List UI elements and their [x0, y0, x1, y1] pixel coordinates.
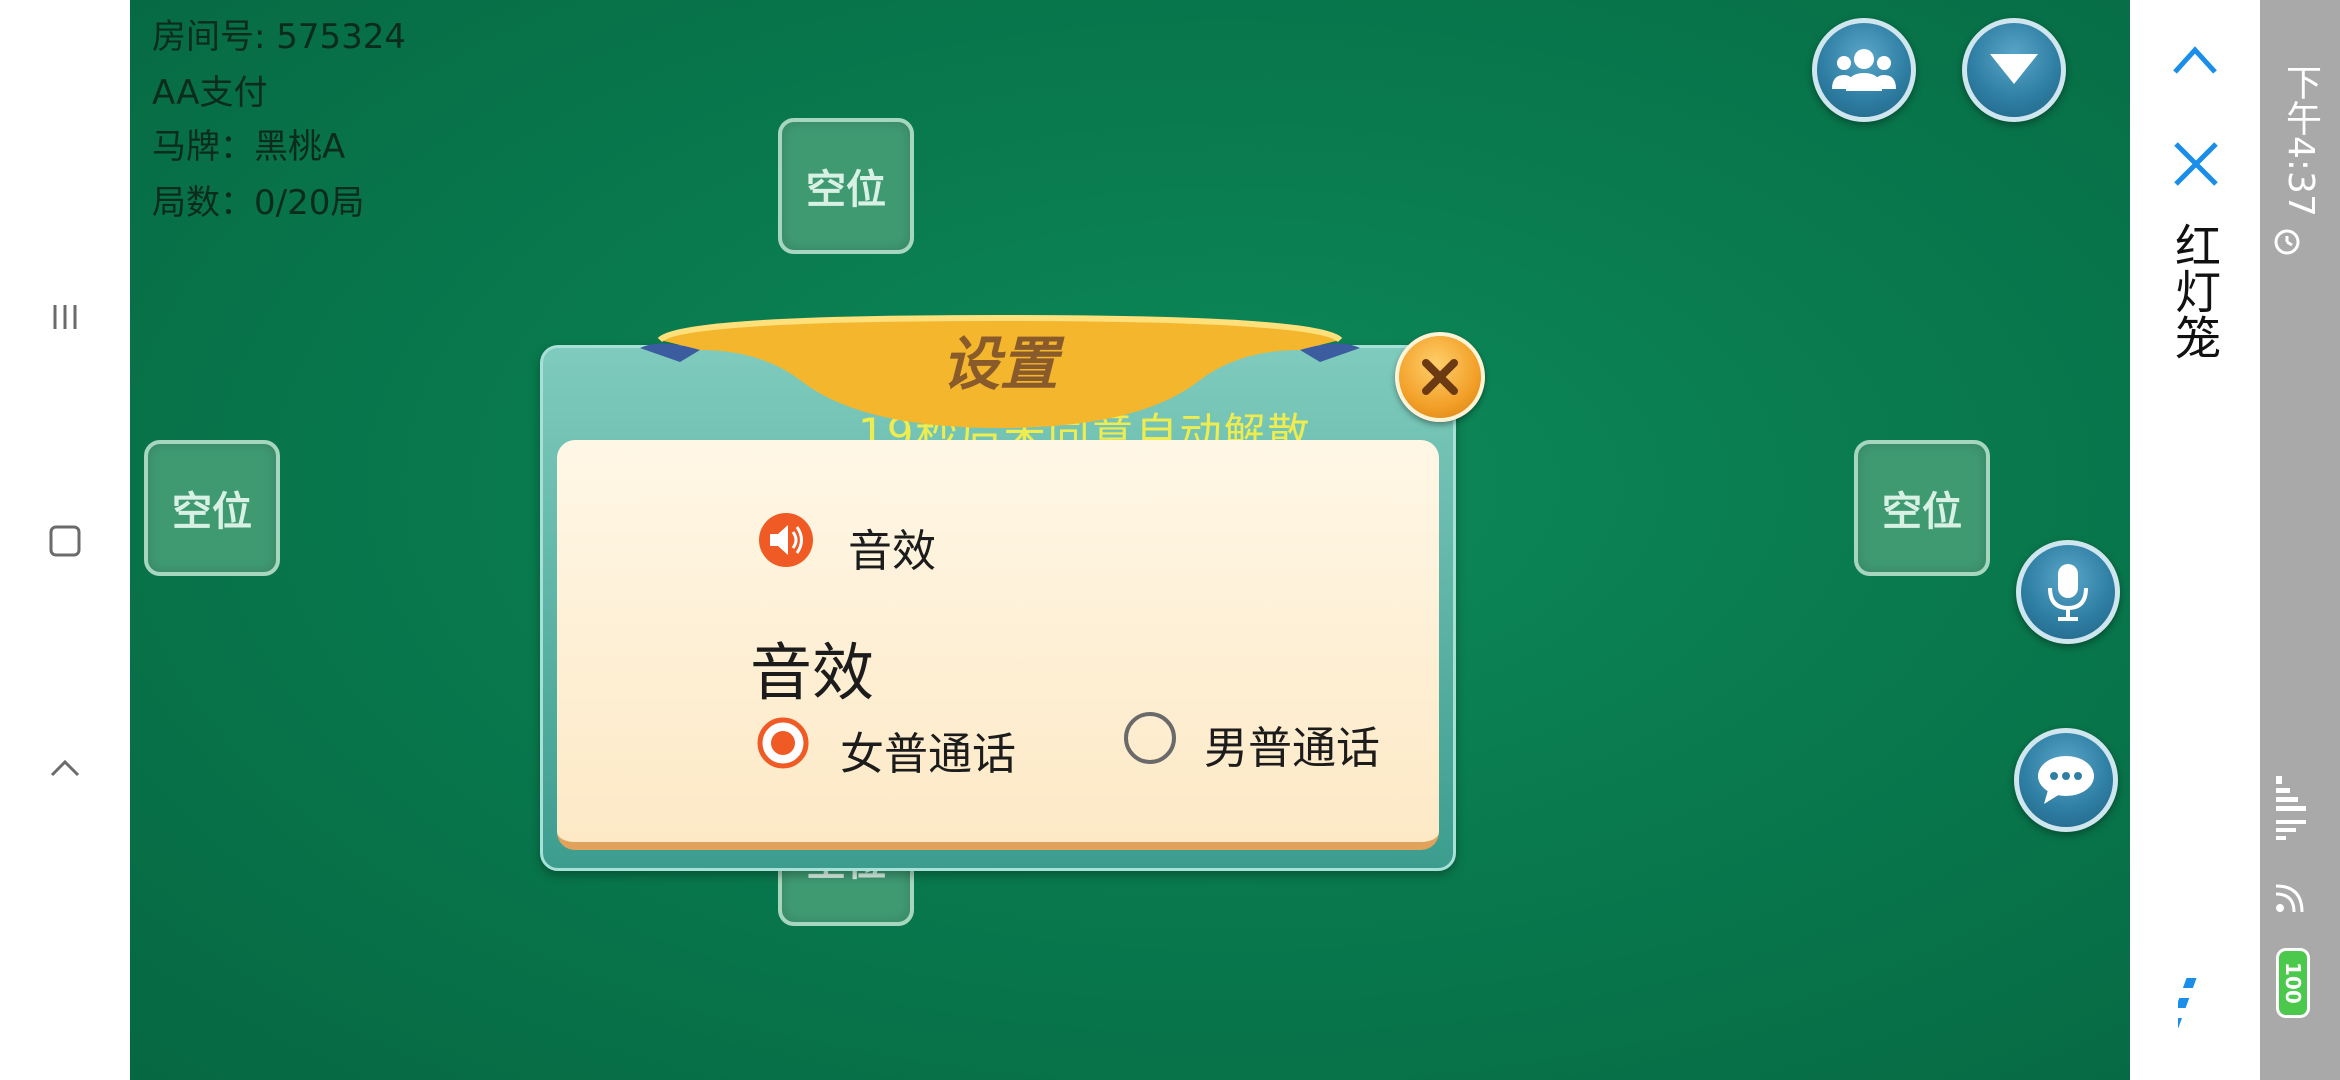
horse-card-label: 马牌：黑桃A — [152, 127, 346, 167]
players-icon — [1832, 49, 1896, 91]
battery-level: 100 — [2281, 962, 2305, 1004]
signal-icon — [2272, 772, 2308, 842]
close-dialog-button[interactable] — [1395, 332, 1485, 422]
wifi-icon — [2272, 880, 2308, 920]
microphone-icon — [2048, 564, 2088, 621]
voice-option-female-radio[interactable] — [756, 716, 810, 770]
home-button[interactable] — [40, 516, 90, 566]
players-button[interactable] — [1812, 18, 1916, 122]
more-options-button[interactable] — [2168, 974, 2208, 1034]
speaker-icon — [759, 513, 813, 567]
side-panel-title: 红灯笼 — [2168, 222, 2222, 360]
radio-unselected-icon — [1124, 712, 1176, 764]
back-chevron-icon — [50, 759, 80, 777]
collapse-panel-button[interactable] — [2170, 40, 2220, 80]
dialog-title: 设置 — [941, 330, 1058, 398]
dropdown-arrow-icon — [1990, 54, 2038, 84]
seat-top[interactable]: 空位 — [778, 118, 914, 254]
radio-selected-icon — [757, 717, 809, 769]
menu-icon — [53, 305, 77, 329]
voice-option-male-label[interactable]: 男普通话 — [1204, 712, 1380, 776]
payment-mode-label: AA支付 — [152, 73, 268, 113]
battery-icon: 100 — [2276, 948, 2310, 1018]
recent-apps-button[interactable] — [40, 292, 90, 342]
voice-button[interactable] — [2016, 540, 2120, 644]
settings-dialog-panel — [557, 440, 1439, 850]
up-chevron-icon — [2173, 46, 2217, 74]
sound-toggle-button[interactable] — [758, 512, 814, 568]
seat-right[interactable]: 空位 — [1854, 440, 1990, 576]
system-nav-bar — [0, 0, 130, 1080]
voice-option-male-radio[interactable] — [1122, 710, 1178, 766]
sound-toggle-label: 音效 — [848, 526, 936, 577]
more-dots-icon — [2168, 978, 2197, 1028]
voice-section-title: 音效 — [750, 636, 875, 709]
alarm-icon — [2272, 226, 2302, 256]
back-button[interactable] — [40, 743, 90, 793]
dialog-title-banner: 设置 — [640, 310, 1360, 430]
home-square-icon — [49, 525, 81, 557]
close-panel-button[interactable] — [2172, 140, 2220, 188]
side-panel — [2130, 0, 2260, 1080]
dropdown-menu-button[interactable] — [1962, 18, 2066, 122]
voice-option-female-label[interactable]: 女普通话 — [840, 718, 1016, 782]
room-number-label: 房间号: 575324 — [152, 17, 407, 57]
rounds-label: 局数：0/20局 — [152, 183, 365, 223]
status-time: 下午4:37 — [2280, 64, 2321, 217]
chat-button[interactable] — [2014, 728, 2118, 832]
chat-icon — [2038, 756, 2094, 804]
close-icon — [1422, 359, 1458, 395]
seat-left[interactable]: 空位 — [144, 440, 280, 576]
x-icon — [2174, 142, 2218, 186]
